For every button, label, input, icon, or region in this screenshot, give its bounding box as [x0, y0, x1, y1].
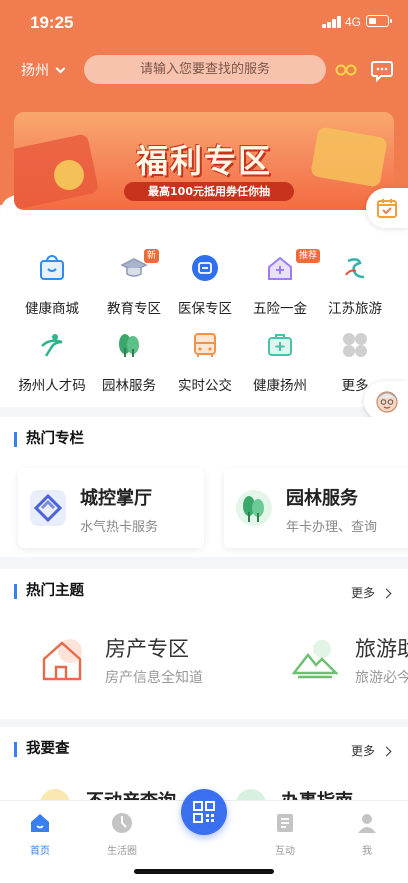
more-link[interactable]: 更多: [351, 742, 392, 759]
topic-subtitle: 房产信息全知道: [105, 670, 203, 686]
tab-label: 生活圈: [107, 846, 137, 857]
service-label: 扬州人才码: [18, 378, 86, 394]
column-subtitle: 年卡办理、查询: [286, 520, 378, 535]
status-time: 19:25: [30, 13, 74, 32]
talent-code-icon: [41, 334, 63, 357]
mountain-icon: [292, 640, 338, 679]
tab-label: 互动: [275, 846, 295, 857]
service-education[interactable]: 新 教育专区: [93, 249, 175, 317]
house-plus-icon: [268, 256, 292, 280]
medical-kit-icon: [268, 334, 292, 356]
service-label: 教育专区: [107, 301, 161, 317]
section-title: 我要查: [14, 742, 70, 757]
new-badge: 新: [144, 249, 160, 263]
garden-tree-icon: [236, 490, 272, 526]
column-card-chengkong[interactable]: 城控掌厅 水气热卡服务: [18, 468, 204, 548]
tab-life-circle[interactable]: 生活圈: [92, 811, 152, 857]
chengkong-logo-icon: [30, 490, 66, 526]
section-title: 热门专栏: [14, 432, 84, 447]
column-card-garden[interactable]: 园林服务 年卡办理、查询: [224, 468, 408, 548]
city-label: 扬州: [21, 63, 49, 79]
network-label: 4G: [345, 15, 362, 29]
service-garden[interactable]: 园林服务: [88, 330, 170, 394]
city-selector[interactable]: 扬州: [21, 60, 66, 80]
elder-face-icon: [376, 391, 398, 413]
column-title: 园林服务: [286, 488, 358, 509]
calendar-check-icon: [377, 199, 397, 218]
service-label: 江苏旅游: [328, 301, 382, 317]
qr-code-icon: [193, 801, 215, 823]
column-subtitle: 水气热卡服务: [80, 520, 159, 535]
battery-icon: [366, 15, 392, 27]
service-label: 健康商城: [25, 301, 79, 317]
service-jiangsu-tourism[interactable]: 江苏旅游: [314, 253, 396, 317]
more-grid-icon: [343, 333, 367, 357]
banner-subtitle: 最高100元抵用券任你抽: [124, 182, 294, 201]
interact-icon: [277, 814, 293, 832]
tree-icon: [119, 334, 139, 357]
service-talent-code[interactable]: 扬州人才码: [11, 330, 93, 394]
topic-item-tourism[interactable]: 旅游助 旅游必今: [292, 629, 408, 689]
home-indicator: [134, 869, 274, 874]
more-link[interactable]: 更多: [351, 584, 392, 601]
qr-scan-button[interactable]: [181, 789, 227, 835]
signal-icon: [322, 16, 342, 28]
more-label: 更多: [351, 586, 376, 600]
health-mall-icon: [40, 255, 64, 280]
tab-home[interactable]: 首页: [10, 811, 70, 857]
hot-topics-section: 热门主题 更多 房产专区 房产信息全知道 旅游助 旅游必今: [0, 569, 408, 719]
service-social-insurance[interactable]: 推荐 五险一金: [239, 249, 321, 317]
tab-me[interactable]: 我: [337, 811, 397, 857]
tab-interact[interactable]: 互动: [255, 811, 315, 857]
elder-mode-float-button[interactable]: [364, 381, 408, 421]
chevron-right-icon: [381, 588, 392, 599]
chevron-right-icon: [381, 746, 392, 757]
service-label: 医保专区: [178, 301, 232, 317]
chevron-down-icon: [55, 63, 66, 73]
house-icon: [42, 639, 82, 681]
tab-label: 首页: [30, 846, 50, 857]
bus-icon: [194, 333, 216, 357]
topic-subtitle: 旅游必今: [355, 670, 408, 686]
service-label: 实时公交: [178, 378, 232, 394]
service-label: 五险一金: [253, 301, 307, 317]
home-icon: [31, 814, 49, 832]
topic-item-real-estate[interactable]: 房产专区 房产信息全知道: [40, 629, 240, 689]
service-realtime-bus[interactable]: 实时公交: [164, 330, 246, 394]
banner-title: 福利专区: [135, 142, 272, 180]
service-label: 健康扬州: [253, 378, 307, 394]
service-healthy-yangzhou[interactable]: 健康扬州: [239, 330, 321, 394]
tab-label: 我: [362, 846, 372, 857]
service-medical-insurance[interactable]: 医保专区: [164, 253, 246, 317]
user-icon: [358, 814, 376, 833]
section-title: 热门主题: [14, 584, 84, 599]
message-icon[interactable]: [370, 58, 394, 82]
jiangsu-tourism-icon: [345, 258, 365, 279]
topic-title: 旅游助: [355, 637, 408, 661]
medical-insurance-icon: [192, 255, 218, 281]
service-label: 园林服务: [102, 378, 156, 394]
life-circle-icon: [112, 813, 132, 833]
column-title: 城控掌厅: [80, 488, 152, 509]
calendar-float-button[interactable]: [366, 188, 408, 228]
scan-glasses-icon[interactable]: [334, 58, 358, 82]
topic-title: 房产专区: [105, 637, 189, 661]
service-health-mall[interactable]: 健康商城: [11, 253, 93, 317]
more-label: 更多: [351, 744, 376, 758]
search-input[interactable]: 请输入您要查找的服务: [84, 55, 326, 84]
promo-banner[interactable]: 福利专区 最高100元抵用券任你抽: [14, 112, 394, 210]
status-bar: 19:25 4G: [0, 0, 408, 46]
